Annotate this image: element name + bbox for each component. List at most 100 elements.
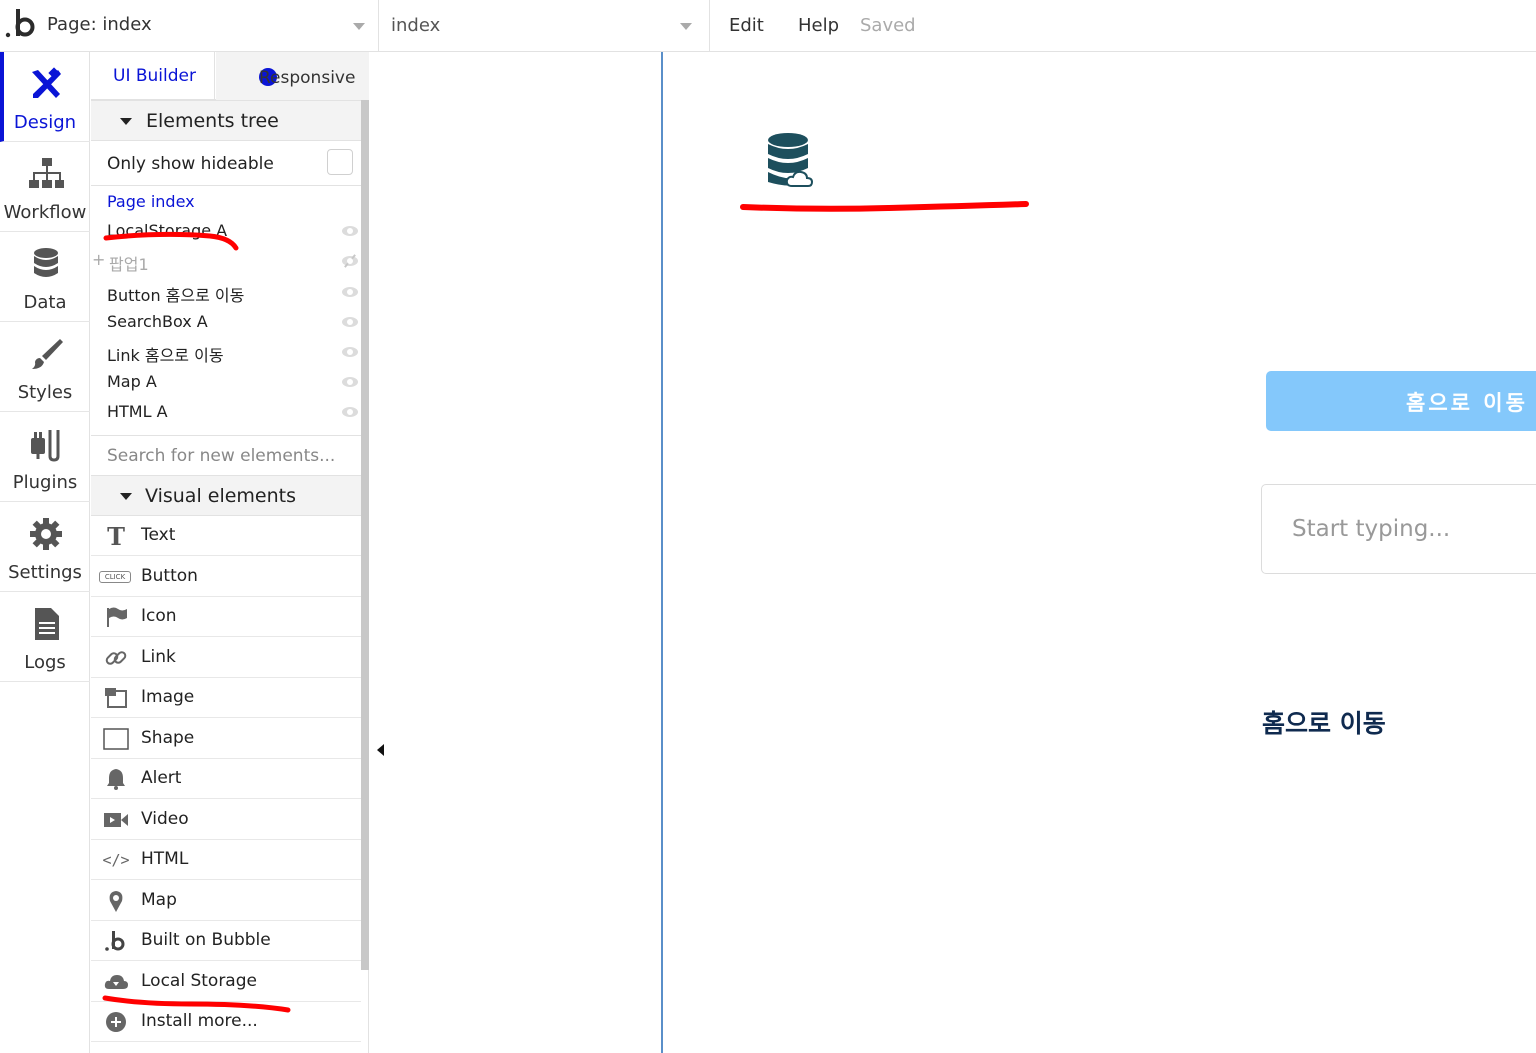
local-storage-element-icon[interactable] bbox=[766, 132, 814, 188]
top-bar: Page: index index Edit Help Saved bbox=[0, 0, 1536, 52]
canvas-page-boundary bbox=[661, 52, 663, 1053]
home-button[interactable]: 홈으로 이동 bbox=[1266, 371, 1536, 431]
eye-icon[interactable] bbox=[342, 407, 358, 417]
nav-data-label: Data bbox=[23, 292, 67, 313]
tree-item-map[interactable]: Map A bbox=[91, 367, 361, 397]
nav-workflow[interactable]: Workflow bbox=[0, 142, 90, 232]
tree-item-page-index[interactable]: Page index bbox=[91, 187, 361, 217]
element-label: Alert bbox=[141, 768, 182, 788]
collapse-panel-icon[interactable] bbox=[377, 744, 384, 756]
nav-plugins-label: Plugins bbox=[12, 472, 78, 493]
nav-plugins[interactable]: Plugins bbox=[0, 412, 90, 502]
element-palette: UI Builder Responsive Elements tree Only… bbox=[91, 52, 369, 1053]
tree-item-label: SearchBox A bbox=[107, 312, 208, 331]
tree-item-label: Button 홈으로 이동 bbox=[107, 286, 245, 305]
search-box bbox=[1261, 484, 1536, 574]
gear-icon bbox=[30, 518, 62, 550]
element-icon[interactable]: Icon bbox=[91, 597, 361, 637]
page-selector[interactable]: Page: index bbox=[36, 0, 379, 51]
nav-settings[interactable]: Settings bbox=[0, 502, 90, 592]
eye-slash-icon[interactable] bbox=[342, 256, 358, 266]
element-label: Image bbox=[141, 687, 195, 707]
tree-item-link[interactable]: Link 홈으로 이동 bbox=[91, 337, 361, 367]
element-map[interactable]: Map bbox=[91, 881, 361, 921]
nav-logs-label: Logs bbox=[24, 652, 66, 673]
element-button[interactable]: CLICK Button bbox=[91, 557, 361, 597]
map-pin-icon bbox=[109, 891, 123, 912]
text-icon: T bbox=[107, 521, 125, 551]
design-icon bbox=[32, 67, 61, 98]
code-icon: </> bbox=[102, 851, 130, 869]
tree-item-searchbox[interactable]: SearchBox A bbox=[91, 307, 361, 337]
nav-logs[interactable]: Logs bbox=[0, 592, 90, 682]
palette-tabs: UI Builder Responsive bbox=[91, 52, 369, 100]
help-menu[interactable]: Help bbox=[798, 15, 839, 36]
tree-item-html[interactable]: HTML A bbox=[91, 397, 361, 427]
element-label: HTML bbox=[141, 849, 189, 869]
annotation-underline bbox=[740, 201, 1029, 212]
only-show-hideable-checkbox[interactable] bbox=[327, 149, 353, 175]
element-shape[interactable]: Shape bbox=[91, 719, 361, 759]
elements-tree-header[interactable]: Elements tree bbox=[91, 100, 361, 141]
elements-tree-title: Elements tree bbox=[146, 110, 279, 132]
only-show-hideable-row: Only show hideable bbox=[91, 142, 361, 186]
triangle-down-icon bbox=[120, 493, 132, 500]
element-label: Built on Bubble bbox=[141, 930, 271, 950]
bubble-logo-icon[interactable] bbox=[4, 6, 36, 42]
only-show-hideable-label: Only show hideable bbox=[107, 154, 274, 174]
element-image[interactable]: Image bbox=[91, 678, 361, 718]
page-selector-label: Page: index bbox=[47, 14, 152, 35]
palette-scrollbar[interactable] bbox=[361, 100, 369, 970]
eye-icon[interactable] bbox=[342, 226, 358, 236]
nav-styles[interactable]: Styles bbox=[0, 322, 90, 412]
eye-icon[interactable] bbox=[342, 347, 358, 357]
eye-icon[interactable] bbox=[342, 317, 358, 327]
database-icon bbox=[34, 248, 58, 277]
element-label: Icon bbox=[141, 606, 177, 626]
element-video[interactable]: Video bbox=[91, 800, 361, 840]
nav-data[interactable]: Data bbox=[0, 232, 90, 322]
nav-design[interactable]: Design bbox=[0, 52, 90, 142]
save-status: Saved bbox=[860, 15, 916, 36]
eye-icon[interactable] bbox=[342, 287, 358, 297]
tree-item-button[interactable]: Button 홈으로 이동 bbox=[91, 277, 361, 307]
button-icon-text: CLICK bbox=[98, 571, 132, 583]
nav-design-label: Design bbox=[13, 112, 77, 133]
search-box-input[interactable] bbox=[1262, 485, 1536, 573]
element-html[interactable]: </> HTML bbox=[91, 840, 361, 880]
bubble-logo-icon bbox=[105, 931, 125, 951]
element-label: Map bbox=[141, 890, 177, 910]
element-built-on-bubble[interactable]: Built on Bubble bbox=[91, 921, 361, 961]
search-new-elements-input[interactable] bbox=[91, 436, 361, 476]
view-selector[interactable]: index bbox=[380, 0, 710, 51]
chevron-down-icon bbox=[353, 23, 365, 30]
home-link[interactable]: 홈으로 이동 bbox=[1262, 704, 1386, 740]
element-text[interactable]: T Text bbox=[91, 516, 361, 556]
workflow-icon bbox=[29, 158, 64, 188]
button-icon: CLICK bbox=[96, 565, 134, 589]
tab-responsive[interactable]: Responsive bbox=[216, 52, 369, 100]
edit-menu[interactable]: Edit bbox=[729, 15, 764, 36]
element-label: Link bbox=[141, 647, 176, 667]
element-label: Local Storage bbox=[141, 971, 257, 991]
video-icon bbox=[104, 813, 128, 827]
home-button-label: 홈으로 이동 bbox=[1406, 391, 1528, 415]
view-selector-label: index bbox=[391, 15, 441, 36]
bell-icon bbox=[107, 769, 125, 790]
element-alert[interactable]: Alert bbox=[91, 759, 361, 799]
element-label: Button bbox=[141, 566, 198, 586]
tab-ui-builder[interactable]: UI Builder bbox=[91, 52, 215, 100]
tree-item-label: HTML A bbox=[107, 402, 168, 421]
nav-settings-label: Settings bbox=[8, 562, 82, 583]
search-new-elements bbox=[91, 435, 361, 476]
flag-icon bbox=[107, 607, 127, 627]
element-label: Video bbox=[141, 809, 189, 829]
tree-item-label: Link 홈으로 이동 bbox=[107, 346, 224, 365]
annotation-underline bbox=[102, 995, 291, 1013]
chevron-down-icon bbox=[680, 23, 692, 30]
shape-icon bbox=[103, 728, 129, 750]
visual-elements-header[interactable]: Visual elements bbox=[91, 475, 361, 516]
element-link[interactable]: Link bbox=[91, 638, 361, 678]
left-navigation: Design Workflow Data Styles Plugins Sett… bbox=[0, 52, 90, 1053]
eye-icon[interactable] bbox=[342, 377, 358, 387]
